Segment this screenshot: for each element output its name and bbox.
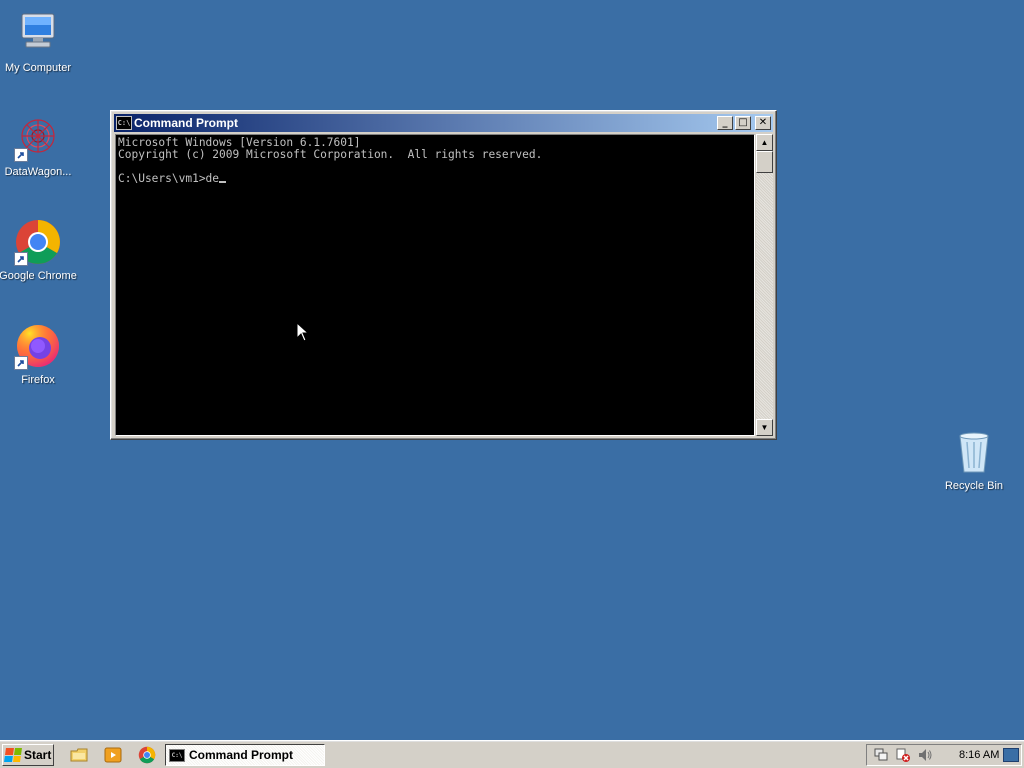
volume-icon[interactable] bbox=[917, 747, 933, 763]
console-output[interactable]: Microsoft Windows [Version 6.1.7601] Copy… bbox=[115, 134, 755, 436]
shortcut-arrow-icon bbox=[14, 356, 28, 370]
vertical-scrollbar[interactable]: ▲ ▼ bbox=[756, 134, 773, 436]
command-prompt-window[interactable]: C:\ Command Prompt _ □ ✕ Microsoft Windo… bbox=[110, 110, 777, 440]
close-button[interactable]: ✕ bbox=[755, 116, 771, 130]
system-tray: 8:16 AM bbox=[866, 744, 1022, 766]
console-prompt-line: C:\Users\vm1>de bbox=[118, 173, 754, 185]
text-cursor bbox=[219, 181, 227, 183]
show-desktop-icon[interactable] bbox=[1003, 748, 1019, 762]
firefox-icon bbox=[14, 322, 62, 370]
start-label: Start bbox=[24, 748, 52, 762]
minimize-button[interactable]: _ bbox=[717, 116, 733, 130]
cmd-icon: C:\ bbox=[116, 116, 132, 130]
window-titlebar[interactable]: C:\ Command Prompt _ □ ✕ bbox=[114, 114, 773, 132]
desktop-icon-datawagon[interactable]: DataWagon... bbox=[0, 114, 78, 179]
datawagon-icon bbox=[14, 114, 62, 162]
console-line: Copyright (c) 2009 Microsoft Corporation… bbox=[118, 148, 543, 161]
desktop-icon-my-computer[interactable]: My Computer bbox=[0, 10, 78, 75]
desktop-icon-firefox[interactable]: Firefox bbox=[0, 322, 78, 387]
cmd-icon: C:\ bbox=[169, 748, 185, 762]
clock[interactable]: 8:16 AM bbox=[959, 749, 999, 761]
scroll-down-button[interactable]: ▼ bbox=[756, 419, 773, 436]
shortcut-arrow-icon bbox=[14, 252, 28, 266]
console-prompt-text: C:\Users\vm1>de bbox=[118, 172, 220, 185]
window-controls: _ □ ✕ bbox=[717, 116, 771, 130]
scroll-thumb[interactable] bbox=[756, 151, 773, 173]
windows-logo-icon bbox=[4, 748, 22, 762]
taskbar: Start C:\ Command Prompt 8:16 AM bbox=[0, 740, 1024, 768]
chrome-icon bbox=[14, 218, 62, 266]
media-player-icon[interactable] bbox=[104, 746, 122, 764]
network-icon[interactable] bbox=[873, 747, 889, 763]
maximize-button[interactable]: □ bbox=[735, 116, 751, 130]
desktop-icon-label: My Computer bbox=[4, 62, 72, 74]
desktop-icon-label: Firefox bbox=[21, 374, 55, 386]
computer-icon bbox=[14, 10, 62, 58]
chrome-icon[interactable] bbox=[138, 746, 156, 764]
scroll-up-button[interactable]: ▲ bbox=[756, 134, 773, 151]
desktop-icon-google-chrome[interactable]: Google Chrome bbox=[0, 218, 78, 283]
desktop-icon-label: Recycle Bin bbox=[944, 480, 1004, 492]
explorer-icon[interactable] bbox=[70, 746, 88, 764]
recycle-bin-icon bbox=[950, 428, 998, 476]
desktop-icon-label: Google Chrome bbox=[0, 270, 77, 282]
security-alert-icon[interactable] bbox=[895, 747, 911, 763]
desktop-icon-label: DataWagon... bbox=[4, 166, 72, 178]
window-title: Command Prompt bbox=[134, 116, 239, 130]
shortcut-arrow-icon bbox=[14, 148, 28, 162]
desktop-icon-recycle-bin[interactable]: Recycle Bin bbox=[934, 428, 1014, 493]
taskbar-item-command-prompt[interactable]: C:\ Command Prompt bbox=[165, 744, 325, 766]
start-button[interactable]: Start bbox=[2, 744, 54, 766]
taskbar-item-label: Command Prompt bbox=[189, 748, 294, 762]
